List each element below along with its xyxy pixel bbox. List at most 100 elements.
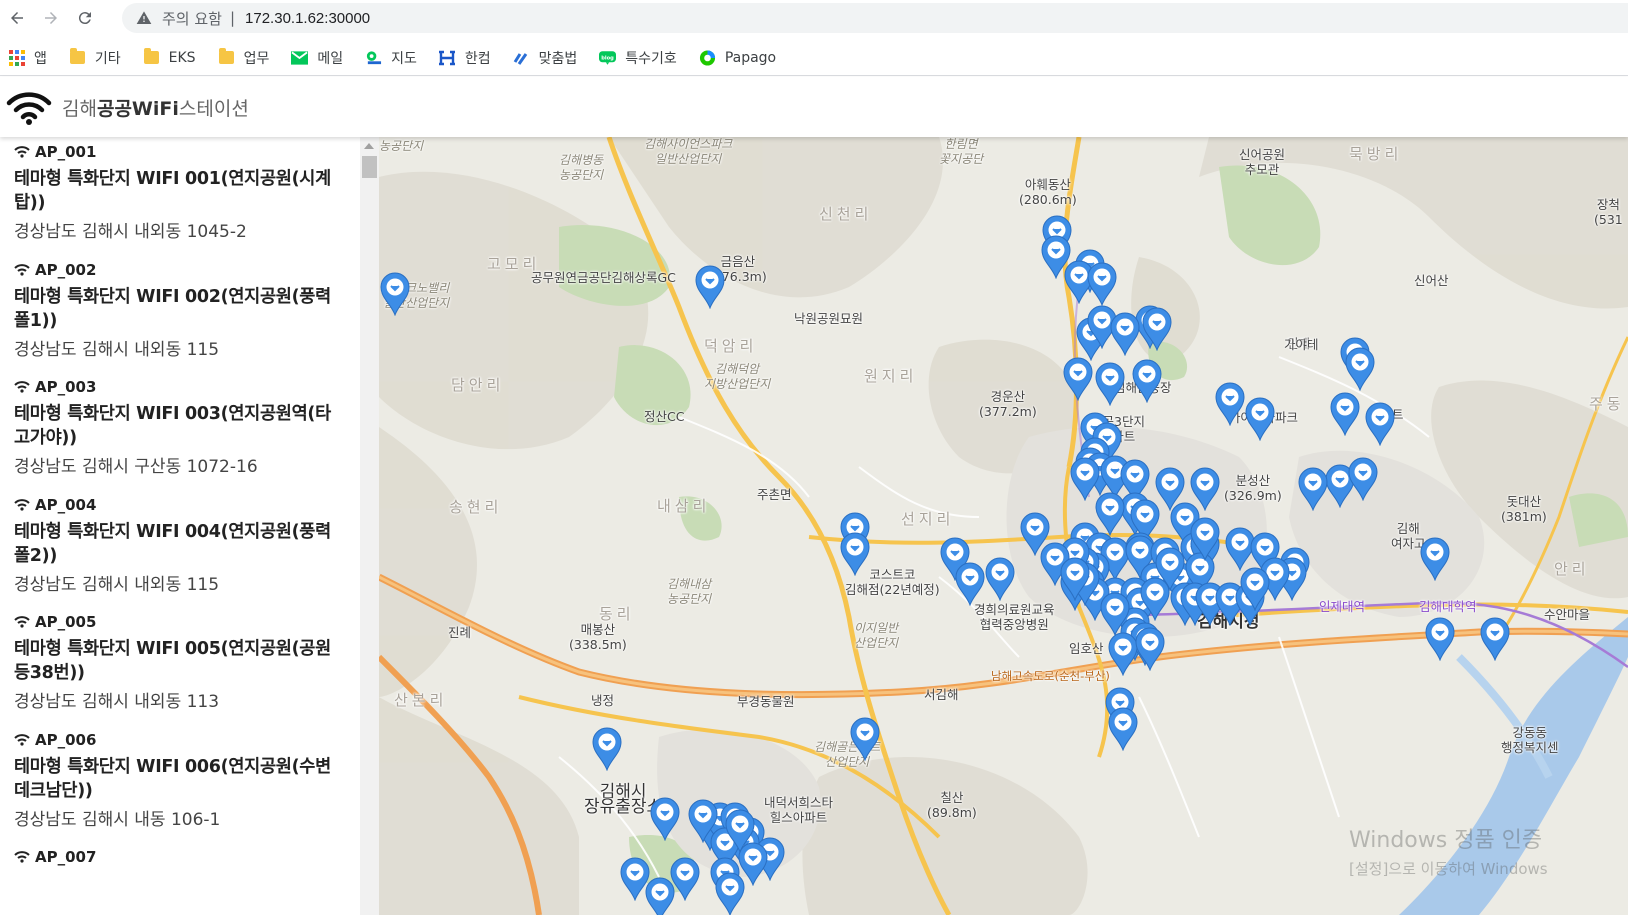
bookmark-map[interactable]: 지도 bbox=[365, 48, 417, 68]
bookmark-apps[interactable]: 앱 bbox=[8, 48, 47, 68]
ap-code-text: AP_004 bbox=[35, 495, 97, 514]
address-bar[interactable]: 주의 요함 | 172.30.1.62:30000 bbox=[122, 3, 1628, 33]
wifi-location-pin-icon[interactable] bbox=[724, 809, 756, 853]
ap-list-item[interactable]: AP_003 테마형 특화단지 WIFI 003(연지공원역(타고가야)) 경상남도… bbox=[0, 372, 360, 490]
wifi-location-pin-icon[interactable] bbox=[687, 799, 719, 843]
wifi-location-pin-icon[interactable] bbox=[694, 265, 726, 309]
map-label: 경희의료원교육 협력중앙병원 bbox=[974, 602, 1055, 632]
bookmark-folder-eks[interactable]: EKS bbox=[143, 48, 196, 66]
reload-button[interactable] bbox=[68, 1, 102, 35]
wifi-location-pin-icon[interactable] bbox=[1329, 392, 1361, 436]
wifi-location-pin-icon[interactable] bbox=[1099, 592, 1131, 636]
bookmark-special-chars[interactable]: blog 특수기호 bbox=[599, 48, 677, 68]
title-prefix: 김해 bbox=[62, 97, 97, 120]
wifi-location-pin-icon[interactable] bbox=[1214, 382, 1246, 426]
wifi-location-pin-icon[interactable] bbox=[1419, 537, 1451, 581]
wifi-location-pin-icon[interactable] bbox=[644, 877, 676, 915]
wifi-location-pin-icon[interactable] bbox=[1131, 359, 1163, 403]
wifi-location-pin-icon[interactable] bbox=[379, 272, 411, 316]
wifi-location-pin-icon[interactable] bbox=[1297, 467, 1329, 511]
wifi-location-pin-icon[interactable] bbox=[1239, 567, 1271, 611]
ap-address: 경상남도 김해시 내외동 115 bbox=[14, 339, 220, 360]
wifi-location-pin-icon[interactable] bbox=[649, 797, 681, 841]
wifi-location-pin-icon[interactable] bbox=[1189, 467, 1221, 511]
scrollbar-thumb[interactable] bbox=[362, 156, 377, 178]
ap-name: 테마형 특화단지 WIFI 005(연지공원(공원등38번)) bbox=[14, 639, 331, 683]
ap-name: 테마형 특화단지 WIFI 004(연지공원(풍력폴2)) bbox=[14, 521, 331, 566]
ap-code: AP_004 bbox=[14, 495, 344, 514]
map-label: 덕암리 bbox=[704, 337, 758, 355]
map-base-layer bbox=[379, 137, 1628, 915]
ap-name: 테마형 특화단지 WIFI 003(연지공원역(타고가야)) bbox=[14, 404, 331, 448]
ap-list-item[interactable]: AP_004 테마형 특화단지 WIFI 004(연지공원(풍력폴2)) 경상남도 … bbox=[0, 490, 360, 608]
bookmark-folder-work[interactable]: 업무 bbox=[218, 48, 270, 68]
ap-list-item[interactable]: AP_005 테마형 특화단지 WIFI 005(연지공원(공원등38번)) 경상남… bbox=[0, 607, 360, 725]
map-label: 동리 bbox=[599, 605, 635, 623]
app-title: 김해공공WiFi스테이션 bbox=[62, 94, 249, 121]
ap-list-item[interactable]: AP_006 테마형 특화단지 WIFI 006(연지공원(수변데크남단)) 경상남… bbox=[0, 725, 360, 843]
scroll-up-arrow-icon[interactable] bbox=[364, 143, 374, 149]
bookmark-label: 업무 bbox=[243, 50, 270, 67]
wifi-icon bbox=[14, 146, 30, 158]
wifi-location-pin-icon[interactable] bbox=[1364, 402, 1396, 446]
wifi-location-pin-icon[interactable] bbox=[1019, 512, 1051, 556]
ap-list-item[interactable]: AP_007 bbox=[0, 842, 360, 915]
wifi-location-pin-icon[interactable] bbox=[1344, 347, 1376, 391]
map-label: 내덕서희스타 힐스아파트 bbox=[764, 795, 834, 825]
forward-button[interactable] bbox=[34, 1, 68, 35]
spell-check-icon bbox=[513, 49, 530, 66]
wifi-location-pin-icon[interactable] bbox=[1040, 235, 1072, 279]
wifi-location-pin-icon[interactable] bbox=[1062, 357, 1094, 401]
wifi-location-pin-icon[interactable] bbox=[1424, 617, 1456, 661]
browser-toolbar: 주의 요함 | 172.30.1.62:30000 bbox=[0, 0, 1628, 36]
wifi-location-pin-icon[interactable] bbox=[1094, 362, 1126, 406]
wifi-icon bbox=[14, 616, 30, 628]
ap-address: 경상남도 김해시 내동 106-1 bbox=[14, 809, 221, 830]
wifi-location-pin-icon[interactable] bbox=[1109, 312, 1141, 356]
wifi-location-pin-icon[interactable] bbox=[839, 532, 871, 576]
bookmark-hancom[interactable]: 한컴 bbox=[439, 48, 491, 68]
wifi-location-pin-icon[interactable] bbox=[849, 717, 881, 761]
bookmark-mail[interactable]: 메일 bbox=[291, 48, 343, 68]
ap-code-text: AP_001 bbox=[35, 143, 97, 161]
wifi-location-pin-icon[interactable] bbox=[1086, 262, 1118, 306]
ap-code-text: AP_007 bbox=[35, 848, 97, 866]
map-label: 이지일반 산업단지 bbox=[854, 621, 899, 650]
folder-icon bbox=[143, 48, 160, 66]
sidebar-scrollbar[interactable] bbox=[360, 137, 379, 915]
ap-list-item[interactable]: AP_002 테마형 특화단지 WIFI 002(연지공원(풍력폴1)) 경상남도 … bbox=[0, 255, 360, 373]
wifi-location-pin-icon[interactable] bbox=[1141, 307, 1173, 351]
map-label: 매봉산 (338.5m) bbox=[569, 622, 627, 652]
map-label: 송현리 bbox=[449, 498, 503, 516]
wifi-location-pin-icon[interactable] bbox=[984, 557, 1016, 601]
map-label: 남해고속도로(순천-부산) bbox=[991, 669, 1110, 683]
bookmark-papago[interactable]: Papago bbox=[699, 49, 776, 66]
map-label: 부경동물원 bbox=[737, 694, 795, 709]
ap-list-item[interactable]: AP_001 테마형 특화단지 WIFI 001(연지공원(시계탑)) 경상남도 김… bbox=[0, 137, 360, 255]
wifi-location-pin-icon[interactable] bbox=[1134, 627, 1166, 671]
map-label: 안리 bbox=[1554, 560, 1590, 578]
wifi-location-pin-icon[interactable] bbox=[1244, 397, 1276, 441]
map-label: 아훼동산 (280.6m) bbox=[1019, 177, 1077, 207]
map-label: 가야테 bbox=[1284, 337, 1319, 352]
wifi-location-pin-icon[interactable] bbox=[1107, 707, 1139, 751]
wifi-location-pin-icon[interactable] bbox=[954, 562, 986, 606]
wifi-location-pin-icon[interactable] bbox=[591, 727, 623, 771]
wifi-location-pin-icon[interactable] bbox=[1189, 517, 1221, 561]
map-label: 김해내삼 농공단지 bbox=[667, 577, 712, 606]
map-label: 주동 bbox=[1589, 395, 1625, 413]
bookmark-label: 앱 bbox=[34, 50, 47, 67]
map-view[interactable]: 농공단지 김해병동 농공단지 김해사이언스파크 일반산업단지 한림면 꽃지공단 신어공… bbox=[379, 137, 1628, 915]
wifi-location-pin-icon[interactable] bbox=[1347, 457, 1379, 501]
folder-icon bbox=[69, 48, 86, 66]
watermark-line2: [설정]으로 이동하여 Windows bbox=[1349, 860, 1548, 878]
map-label: 선지리 bbox=[901, 510, 955, 528]
title-bold: 공공WiFi bbox=[96, 97, 179, 120]
map-label: 한림면 꽃지공단 bbox=[939, 137, 984, 166]
bookmark-folder-etc[interactable]: 기타 bbox=[69, 48, 121, 68]
wifi-location-pin-icon[interactable] bbox=[1479, 617, 1511, 661]
back-button[interactable] bbox=[0, 1, 34, 35]
wifi-location-pin-icon[interactable] bbox=[1059, 557, 1091, 601]
arrow-left-icon bbox=[11, 12, 23, 24]
bookmark-spellcheck[interactable]: 맞춤법 bbox=[513, 48, 577, 68]
